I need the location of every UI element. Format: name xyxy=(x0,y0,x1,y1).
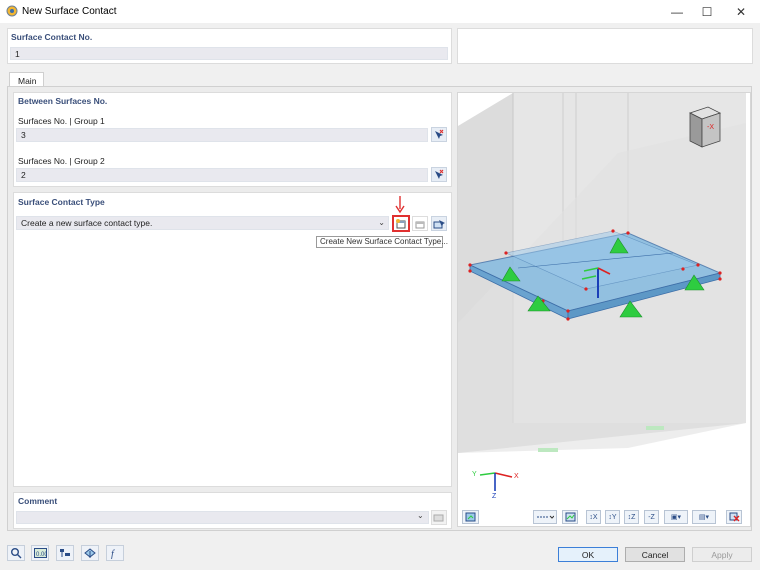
info-icon xyxy=(84,548,96,558)
navigation-cube[interactable]: -X xyxy=(686,105,722,149)
grid-icon xyxy=(565,512,575,522)
render-mode-button[interactable]: ▤▾ xyxy=(692,510,716,524)
iso-view-icon: ▣▾ xyxy=(670,514,682,521)
grid-view-button[interactable] xyxy=(562,510,578,524)
group2-field[interactable]: 2 xyxy=(16,168,428,182)
comment-label: Comment xyxy=(18,496,58,506)
comment-edit-button[interactable] xyxy=(431,510,447,525)
reset-view-button[interactable] xyxy=(726,510,742,524)
contact-type-select-value: Create a new surface contact type. xyxy=(21,218,153,228)
tab-main-label: Main xyxy=(18,76,37,86)
axis-y-label: Y xyxy=(472,471,477,478)
title-bar: New Surface Contact — ☐ ✕ xyxy=(0,0,760,23)
group2-label: Surfaces No. | Group 2 xyxy=(18,156,105,166)
view-x-icon: ↕X xyxy=(589,513,598,521)
contact-no-field[interactable]: 1 xyxy=(10,47,448,60)
comment-field[interactable] xyxy=(16,511,429,524)
arrow-indicator xyxy=(394,196,406,214)
axis-x-label: X xyxy=(514,473,519,480)
formula-icon: f xyxy=(111,549,115,559)
search-button[interactable] xyxy=(7,545,25,561)
select-in-graphic-icon xyxy=(433,219,445,228)
select-contact-type-graphic-button[interactable] xyxy=(431,216,447,231)
ok-button[interactable]: OK xyxy=(558,547,618,562)
display-options-button[interactable] xyxy=(533,510,557,524)
contact-type-select[interactable]: Create a new surface contact type. ⌄ xyxy=(16,216,389,230)
render-mode-icon: ▤▾ xyxy=(698,514,710,521)
units-button[interactable]: 0.00 xyxy=(31,545,49,561)
cube-face-label: -X xyxy=(707,124,714,131)
view-y-button[interactable]: ↕Y xyxy=(605,510,620,524)
view-z-button[interactable]: ↕Z xyxy=(624,510,639,524)
info-button[interactable] xyxy=(81,545,99,561)
view-z-icon: ↕Z xyxy=(627,513,636,521)
edit-contact-type-button[interactable] xyxy=(412,216,428,231)
units-icon: 0.00 xyxy=(33,548,47,558)
close-button[interactable]: ✕ xyxy=(726,0,756,23)
window-title: New Surface Contact xyxy=(22,6,117,17)
viewport-settings-button[interactable] xyxy=(462,510,479,524)
svg-text:f: f xyxy=(111,549,115,559)
pick-surfaces-group2-button[interactable] xyxy=(431,167,447,182)
between-surfaces-panel: Between Surfaces No. Surfaces No. | Grou… xyxy=(13,92,452,187)
chevron-down-icon: ⌄ xyxy=(417,511,424,520)
group1-label: Surfaces No. | Group 1 xyxy=(18,116,105,126)
comment-icon xyxy=(433,514,444,521)
contact-no-label: Surface Contact No. xyxy=(11,32,93,42)
contact-type-heading: Surface Contact Type xyxy=(18,197,105,207)
view-minus-z-icon: -Z xyxy=(648,513,655,521)
header-right-panel xyxy=(457,28,753,64)
axis-z-label: Z xyxy=(492,493,497,500)
view-minus-z-button[interactable]: -Z xyxy=(644,510,659,524)
structure-button[interactable] xyxy=(56,545,74,561)
iso-view-button[interactable]: ▣▾ xyxy=(664,510,688,524)
svg-text:0.00: 0.00 xyxy=(36,552,47,558)
group1-field[interactable]: 3 xyxy=(16,128,428,142)
model-graphic xyxy=(458,93,746,453)
tooltip: Create New Surface Contact Type... xyxy=(316,236,448,248)
axis-triad: X Y Z xyxy=(470,463,520,503)
pick-icon xyxy=(435,169,444,179)
view-x-button[interactable]: ↕X xyxy=(586,510,601,524)
new-contact-type-button[interactable] xyxy=(392,215,410,232)
formula-button[interactable]: f xyxy=(106,545,124,561)
maximize-button[interactable]: ☐ xyxy=(692,0,722,23)
pick-surfaces-group1-button[interactable] xyxy=(431,127,447,142)
reset-icon xyxy=(729,512,739,522)
viewport-settings-icon xyxy=(465,512,476,522)
structure-icon xyxy=(60,549,70,557)
new-item-icon xyxy=(396,218,406,228)
comment-panel: Comment ⌄ xyxy=(13,492,452,529)
chevron-down-icon: ⌄ xyxy=(378,218,385,227)
search-icon xyxy=(11,548,22,559)
view-y-icon: ↕Y xyxy=(608,513,617,521)
app-icon xyxy=(6,5,18,17)
pick-icon xyxy=(435,129,444,139)
contact-type-panel: Surface Contact Type Create a new surfac… xyxy=(13,192,452,487)
contact-no-panel: Surface Contact No. 1 xyxy=(7,28,452,64)
edit-item-icon xyxy=(415,221,425,228)
model-viewport[interactable]: -X X Y Z ↕X ↕Y ↕Z -Z ▣▾ ▤▾ xyxy=(457,92,751,527)
display-icon xyxy=(537,515,554,519)
apply-button[interactable]: Apply xyxy=(692,547,752,562)
minimize-button[interactable]: — xyxy=(662,0,692,23)
cancel-button[interactable]: Cancel xyxy=(625,547,685,562)
between-surfaces-heading: Between Surfaces No. xyxy=(18,96,108,106)
